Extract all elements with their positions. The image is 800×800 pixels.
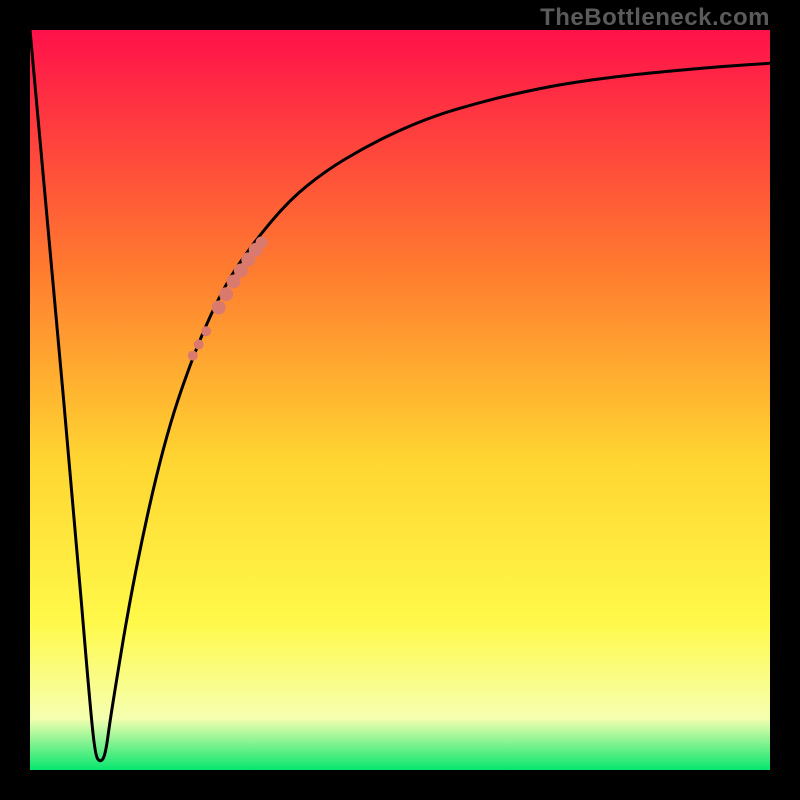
curve-marker [212, 301, 226, 315]
watermark-text: TheBottleneck.com [540, 4, 770, 32]
gradient-background [30, 30, 770, 770]
curve-marker [219, 287, 233, 301]
curve-marker [256, 236, 268, 248]
curve-marker [201, 326, 211, 336]
plot-area [30, 30, 770, 770]
chart-frame: TheBottleneck.com [0, 0, 800, 800]
curve-marker [188, 351, 198, 361]
bottleneck-chart [30, 30, 770, 770]
curve-marker [194, 340, 204, 350]
